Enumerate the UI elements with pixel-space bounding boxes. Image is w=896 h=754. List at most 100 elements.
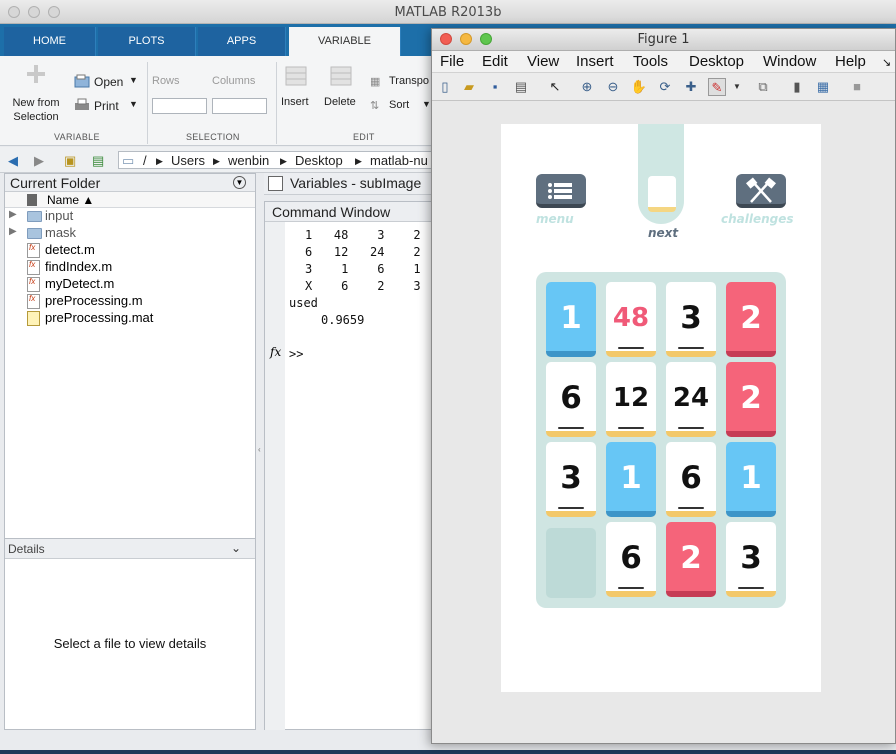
list-item[interactable]: ▶ input <box>5 208 255 225</box>
number-card[interactable]: 1 <box>546 282 596 357</box>
path-root[interactable]: / <box>143 153 147 168</box>
path-wenbin[interactable]: wenbin <box>228 153 269 168</box>
menu-desktop[interactable]: Desktop <box>689 53 744 70</box>
tab-variable[interactable]: VARIABLE <box>289 27 401 56</box>
list-item[interactable]: fx myDetect.m <box>5 276 255 293</box>
list-item[interactable]: fx detect.m <box>5 242 255 259</box>
game-screenshot: menu next challenges 1 48 3 2 6 12 24 2 3 1 6 1 6 2 3 <box>501 124 821 692</box>
card-value: 1 <box>740 460 762 496</box>
up-folder-icon[interactable]: ▣ <box>64 153 76 169</box>
back-arrow-icon[interactable]: ◀ <box>8 153 18 169</box>
menu-window[interactable]: Window <box>763 53 816 70</box>
zoom-in-icon[interactable]: ⊕ <box>578 78 596 96</box>
number-card[interactable]: 24 <box>666 362 716 437</box>
sort-button[interactable]: Sort <box>389 99 409 111</box>
tab-apps[interactable]: APPS <box>198 27 286 56</box>
print-figure-icon[interactable]: ▤ <box>512 78 530 96</box>
column-header[interactable]: Name ▲ <box>5 192 255 208</box>
data-cursor-icon[interactable]: ✚ <box>682 78 700 96</box>
number-card[interactable]: 12 <box>606 362 656 437</box>
number-card[interactable]: 6 <box>546 362 596 437</box>
variables-header[interactable]: Variables - subImage <box>264 173 432 195</box>
expand-arrow-icon[interactable]: ▶ <box>9 209 17 220</box>
menu-tools[interactable]: Tools <box>633 53 668 70</box>
path-desktop[interactable]: Desktop <box>295 153 343 168</box>
pointer-icon[interactable]: ↖ <box>546 78 564 96</box>
colorbar-icon[interactable]: ▮ <box>788 78 806 96</box>
link-plot-icon[interactable]: ⧉ <box>754 78 772 96</box>
list-item[interactable]: fx findIndex.m <box>5 259 255 276</box>
chevron-down-icon[interactable]: ⌄ <box>231 541 241 555</box>
print-button[interactable]: Print <box>94 99 119 113</box>
figure-canvas-area: menu next challenges 1 48 3 2 6 12 24 2 3 1 6 1 6 2 3 <box>432 102 895 743</box>
card-marker <box>558 427 584 429</box>
number-card[interactable]: 6 <box>606 522 656 597</box>
file-name: preProcessing.m <box>45 293 143 308</box>
delete-button[interactable]: Delete <box>324 96 356 108</box>
list-item[interactable]: preProcessing.mat <box>5 310 255 327</box>
challenges-button[interactable] <box>736 174 786 208</box>
transpose-button[interactable]: Transpo <box>389 75 429 87</box>
number-card[interactable]: 2 <box>666 522 716 597</box>
open-button[interactable]: Open <box>94 75 123 89</box>
menu-edit[interactable]: Edit <box>482 53 508 70</box>
path-matlab[interactable]: matlab-nu <box>370 153 428 168</box>
file-name: myDetect.m <box>45 276 115 291</box>
tab-plots[interactable]: PLOTS <box>98 27 196 56</box>
name-column-header[interactable]: Name ▲ <box>47 193 94 207</box>
legend-icon[interactable]: ▦ <box>814 78 832 96</box>
number-card[interactable]: 3 <box>666 282 716 357</box>
card-value: 12 <box>612 383 650 413</box>
number-card[interactable]: 1 <box>726 442 776 517</box>
new-from-selection-button[interactable]: New from Selection <box>10 96 62 124</box>
folder-icon: ▭ <box>122 153 135 168</box>
path-sep-icon: ▶ <box>213 156 220 166</box>
list-item[interactable]: ▶ mask <box>5 225 255 242</box>
splitter-handle[interactable]: ‹ <box>258 445 261 454</box>
number-card[interactable]: 3 <box>546 442 596 517</box>
rotate-icon[interactable]: ⟳ <box>656 78 674 96</box>
details-title: Details <box>8 542 45 556</box>
card-marker <box>678 347 704 349</box>
list-item[interactable]: fx preProcessing.m <box>5 293 255 310</box>
number-card[interactable]: 6 <box>666 442 716 517</box>
open-file-icon[interactable]: ▰ <box>460 78 478 96</box>
command-prompt[interactable]: >> <box>289 347 303 361</box>
forward-arrow-icon[interactable]: ▶ <box>34 153 44 169</box>
zoom-out-icon[interactable]: ⊖ <box>604 78 622 96</box>
columns-input[interactable] <box>212 98 267 114</box>
file-name: mask <box>45 225 77 240</box>
insert-icon <box>285 66 307 91</box>
pan-icon[interactable]: ✋ <box>630 78 648 96</box>
sort-dropdown-icon[interactable]: ▼ <box>422 99 431 109</box>
number-card[interactable]: 2 <box>726 362 776 437</box>
menu-button[interactable] <box>536 174 586 208</box>
browse-folder-icon[interactable]: ▤ <box>92 153 104 169</box>
details-header[interactable]: Details ⌄ <box>5 539 255 559</box>
panel-menu-icon[interactable]: ▼ <box>233 176 246 189</box>
number-card[interactable]: 1 <box>606 442 656 517</box>
new-figure-icon[interactable]: ▯ <box>436 78 454 96</box>
fx-icon[interactable]: fx <box>270 345 281 359</box>
save-icon[interactable]: ▪ <box>486 78 504 96</box>
command-window[interactable]: Command Window 1 48 3 2 6 12 24 2 3 1 6 … <box>264 201 432 730</box>
number-card[interactable]: 3 <box>726 522 776 597</box>
brush-dropdown-icon[interactable]: ▼ <box>728 78 746 96</box>
tab-home[interactable]: HOME <box>4 27 96 56</box>
insert-button[interactable]: Insert <box>281 96 309 108</box>
number-card[interactable]: 48 <box>606 282 656 357</box>
rows-input[interactable] <box>152 98 207 114</box>
number-card[interactable]: 2 <box>726 282 776 357</box>
dock-arrow-icon[interactable]: ↘ <box>882 56 891 69</box>
hide-tools-icon[interactable]: ■ <box>848 78 866 96</box>
brush-icon[interactable]: ✎ <box>708 78 726 96</box>
path-users[interactable]: Users <box>171 153 205 168</box>
open-dropdown-icon[interactable]: ▼ <box>129 75 138 85</box>
menu-help[interactable]: Help <box>835 53 866 70</box>
menu-file[interactable]: File <box>440 53 464 70</box>
file-type-icon <box>27 194 37 206</box>
menu-insert[interactable]: Insert <box>576 53 614 70</box>
expand-arrow-icon[interactable]: ▶ <box>9 226 17 237</box>
menu-view[interactable]: View <box>527 53 559 70</box>
print-dropdown-icon[interactable]: ▼ <box>129 99 138 109</box>
